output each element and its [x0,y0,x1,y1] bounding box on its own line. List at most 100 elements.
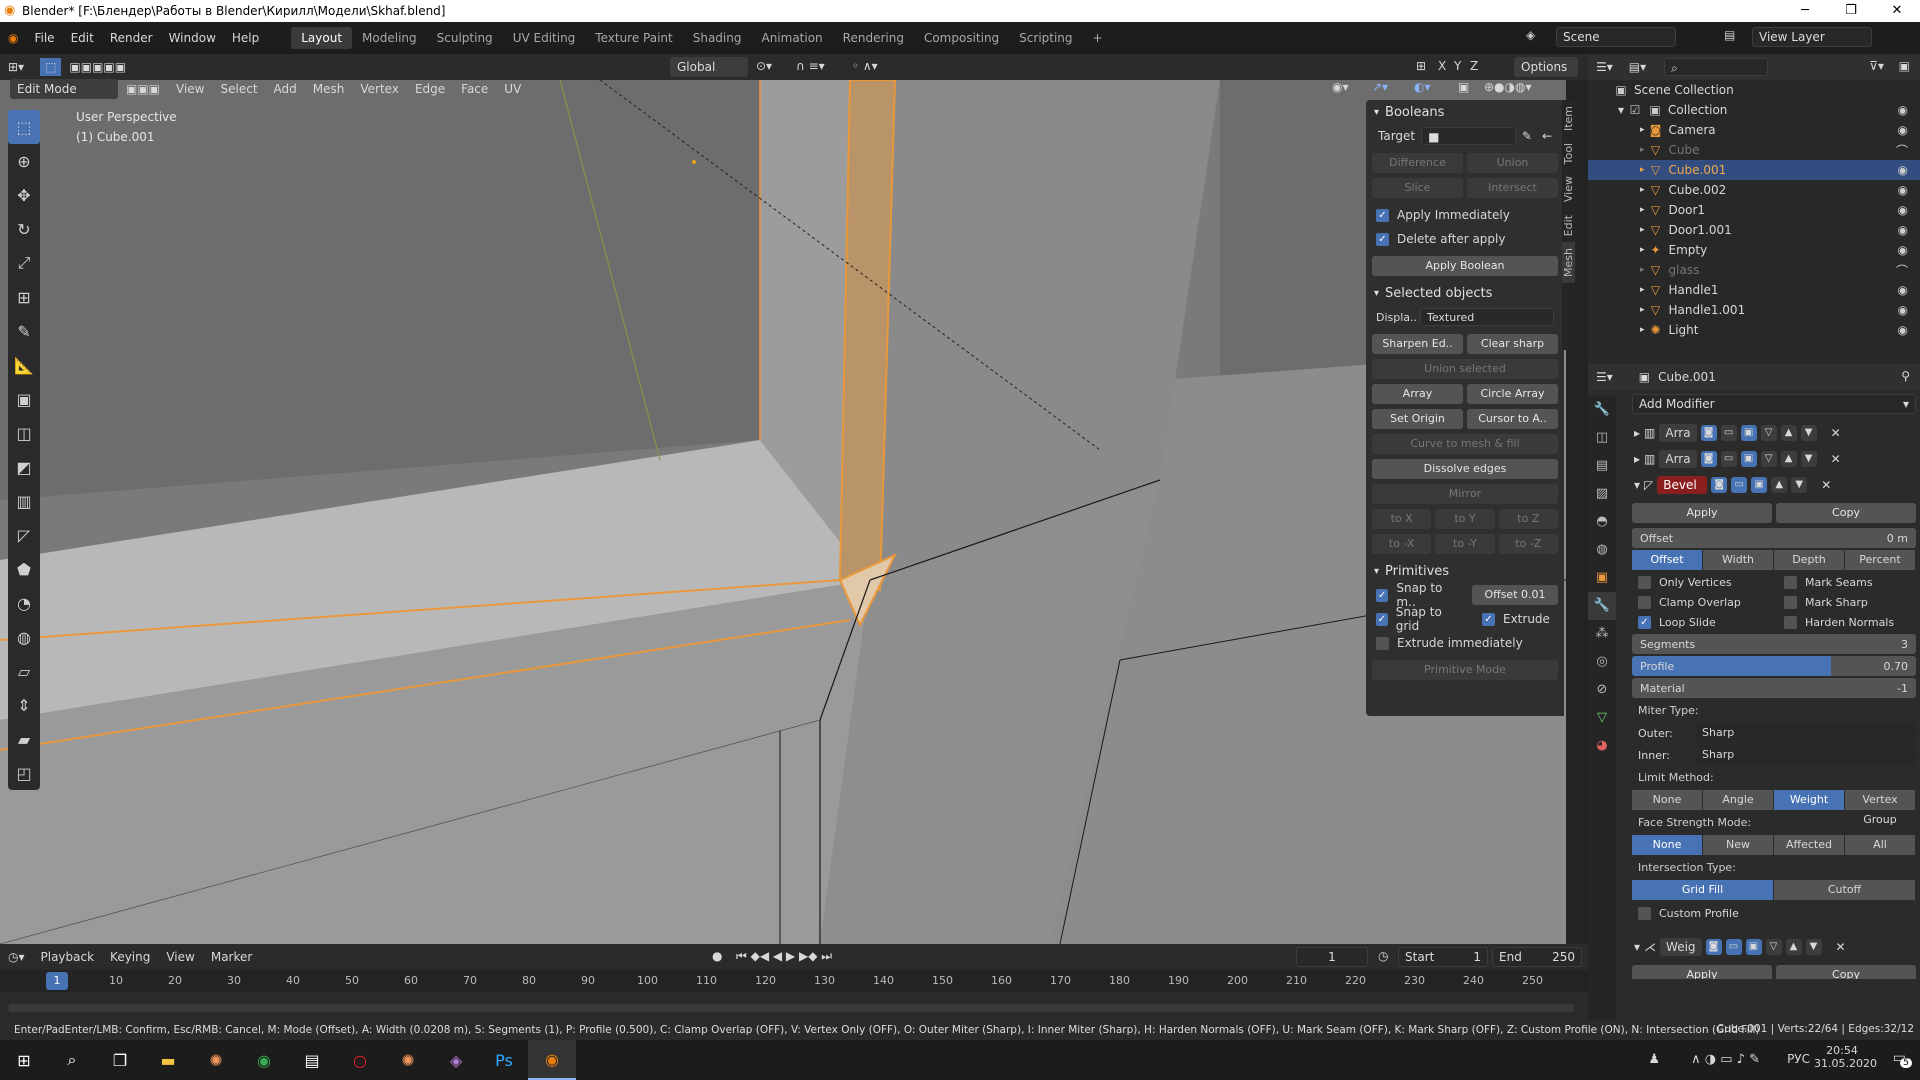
eyedropper-icon[interactable]: ✎ [1522,129,1532,143]
start-frame-field[interactable]: Start 1 [1398,947,1488,967]
tray-icons[interactable]: ∧ ◑ ▭ ♪ ✎ [1691,1052,1760,1067]
spin-tool-icon[interactable]: ◔ [8,586,40,620]
width-type-offset[interactable]: Offset [1632,550,1703,570]
limit-weight[interactable]: Weight [1774,790,1845,810]
harden-normals-checkbox[interactable]: Harden Normals [1774,612,1920,632]
display-mode-icon[interactable]: ▤▾ [1621,60,1654,74]
transform-tool-icon[interactable]: ⊞ [8,280,40,314]
timeline-view-menu[interactable]: View [158,950,202,964]
tab-animation[interactable]: Animation [751,27,832,49]
eye-icon[interactable]: ◉ [1898,283,1908,297]
to-neg-z-button[interactable]: to -Z [1498,534,1558,554]
game-icon[interactable]: ◈ [432,1040,480,1080]
loop-slide-checkbox[interactable]: ✓ Loop Slide [1628,612,1774,632]
union-selected-button[interactable]: Union selected [1372,359,1558,379]
close-button[interactable]: ✕ [1874,0,1920,22]
outliner-scene-collection[interactable]: ▣ Scene Collection [1588,80,1920,100]
app-icon[interactable]: ✺ [192,1040,240,1080]
clock[interactable]: 20:54 31.05.2020 [1814,1044,1877,1070]
cage-toggle-icon[interactable]: ▽ [1760,451,1777,467]
intersection-cutoff[interactable]: Cutoff [1774,880,1916,900]
remove-modifier-icon[interactable]: ✕ [1821,478,1831,492]
marker-menu[interactable]: Marker [203,950,260,964]
axis-y[interactable]: Y [1454,59,1461,73]
eye-icon[interactable]: ◉ [1898,323,1908,337]
expand-arrow-icon[interactable]: ▾ [1618,103,1624,117]
set-origin-button[interactable]: Set Origin [1372,409,1463,429]
modifier-props-icon[interactable]: 🔧 [1588,592,1616,620]
scene-props-icon[interactable]: ◓ [1588,508,1616,536]
snap-to-mesh-checkbox[interactable]: ✓ Snap to m.. [1366,581,1472,609]
menu-edit[interactable]: Edit [63,31,102,45]
annotate-tool-icon[interactable]: ✎ [8,314,40,348]
constraints-props-icon[interactable]: ⊘ [1588,676,1616,704]
mode-dropdown[interactable]: Edit Mode [10,79,118,99]
apply-button-2[interactable]: Apply [1632,965,1772,979]
orientation-dropdown[interactable]: Global [670,57,748,77]
eye-icon[interactable]: ◉ [1898,103,1908,117]
to-z-button[interactable]: to Z [1498,509,1558,529]
editmode-toggle-icon[interactable]: ▣ [1740,425,1757,441]
eye-icon[interactable]: ◉ [1898,203,1908,217]
viewport-menu-mesh[interactable]: Mesh [305,82,353,96]
viewport-toggle-icon[interactable]: ▭ [1720,425,1737,441]
scale-tool-icon[interactable]: ⤢ [8,246,40,280]
world-props-icon[interactable]: ◍ [1588,536,1616,564]
menu-file[interactable]: File [26,31,62,45]
to-neg-y-button[interactable]: to -Y [1435,534,1495,554]
view-layer-props-icon[interactable]: ▨ [1588,480,1616,508]
curve-to-mesh-button[interactable]: Curve to mesh & fill [1372,434,1558,454]
display-dropdown[interactable]: Textured [1420,308,1554,326]
gizmo-icon[interactable]: ↗▾ [1372,80,1388,94]
maximize-button[interactable]: ❐ [1828,0,1874,22]
render-toggle-icon[interactable]: ◙ [1700,425,1717,441]
copy-button-2[interactable]: Copy [1776,965,1916,979]
move-tool-icon[interactable]: ✥ [8,178,40,212]
material-slider[interactable]: Material -1 [1632,678,1916,698]
xray-icon[interactable]: ▣ [1458,80,1469,94]
knife-tool-icon[interactable]: ◸ [8,518,40,552]
tab-sculpting[interactable]: Sculpting [427,27,503,49]
blender-taskbar-icon[interactable]: ◉ [528,1040,576,1080]
scene-field[interactable]: Scene [1556,27,1676,47]
rip-tool-icon[interactable]: ◰ [8,756,40,790]
extrude-immediately-checkbox[interactable]: Extrude immediately [1366,631,1564,655]
apply-button[interactable]: Apply [1632,503,1772,523]
viewport-toggle-icon[interactable]: ▭ [1725,939,1742,955]
task-view-icon[interactable]: ❐ [96,1040,144,1080]
outliner-item-camera[interactable]: ▸ ◙ Camera ◉ [1588,120,1920,140]
data-props-icon[interactable]: ▽ [1588,704,1616,732]
viewport-toggle-icon[interactable]: ▭ [1731,477,1748,493]
loop-cut-tool-icon[interactable]: ▥ [8,484,40,518]
timeline-scrollbar[interactable] [8,1004,1574,1012]
photoshop-icon[interactable]: Ps [480,1040,528,1080]
eye-icon[interactable]: ◉ [1898,123,1908,137]
dissolve-edges-button[interactable]: Dissolve edges [1372,459,1558,479]
circle-array-button[interactable]: Circle Array [1467,384,1558,404]
keying-menu[interactable]: Keying [102,950,158,964]
modifier-array-1[interactable]: ▸ ▥ Arra ◙ ▭ ▣ ▽ ▲ ▼ ✕ [1628,420,1920,446]
limit-angle[interactable]: Angle [1703,790,1774,810]
tab-tool[interactable]: Tool [1562,137,1575,170]
viewport-menu-add[interactable]: Add [266,82,305,96]
viewport-menu-face[interactable]: Face [453,82,496,96]
render-toggle-icon[interactable]: ◙ [1705,939,1722,955]
difference-button[interactable]: Difference [1372,153,1463,173]
viewport-menu-view[interactable]: View [168,82,212,96]
physics-props-icon[interactable]: ◎ [1588,648,1616,676]
tab-mesh[interactable]: Mesh [1562,241,1575,283]
face-new[interactable]: New [1703,835,1774,855]
particles-props-icon[interactable]: ⁂ [1588,620,1616,648]
inset-tool-icon[interactable]: ◫ [8,416,40,450]
visibility-icon[interactable]: ◉▾ [1332,80,1349,94]
tab-item[interactable]: Item [1562,100,1575,137]
move-down-icon[interactable]: ▼ [1800,451,1817,467]
move-up-icon[interactable]: ▲ [1785,939,1802,955]
minimize-button[interactable]: ─ [1782,0,1828,22]
end-frame-field[interactable]: End 250 [1492,947,1582,967]
width-type-percent[interactable]: Percent [1845,550,1916,570]
object-props-icon[interactable]: ▣ [1588,564,1616,592]
blender-menu-icon[interactable]: ◉ [0,31,26,45]
outer-miter-dropdown[interactable]: Sharp [1696,723,1916,743]
outliner-item-handle1[interactable]: ▸ ▽ Handle1 ◉ [1588,280,1920,300]
